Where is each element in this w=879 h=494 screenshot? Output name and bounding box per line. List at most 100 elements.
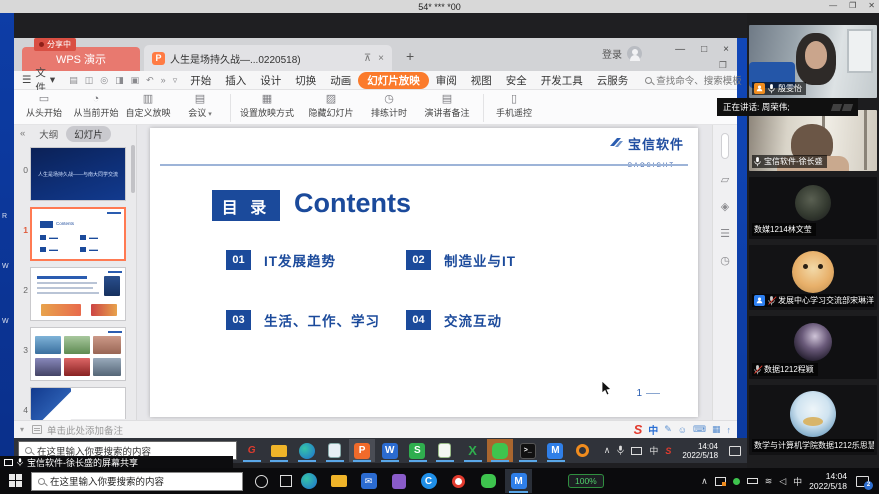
new-tab-button[interactable]: + xyxy=(406,48,414,64)
taskbar-app-notepad[interactable] xyxy=(322,439,348,462)
more-icon[interactable]: » xyxy=(161,75,166,86)
start-button[interactable] xyxy=(9,474,23,488)
tab-outline[interactable]: 大纲 xyxy=(39,127,58,141)
ime-emoji-icon[interactable]: ☺ xyxy=(678,425,687,435)
local-taskbar-search[interactable]: 在这里输入你要搜索的内容 xyxy=(31,472,243,491)
slide-thumbnail-3[interactable] xyxy=(30,327,126,381)
preview-icon[interactable]: ◎ xyxy=(100,75,108,86)
animation-tool-icon[interactable]: ◈ xyxy=(721,200,729,213)
save-icon[interactable]: ◫ xyxy=(85,75,94,86)
tray-display-icon[interactable] xyxy=(631,447,642,455)
current-slide[interactable]: 宝信软件 BAOSIGHT 目 录 Contents 01 IT发展趋势 02 … xyxy=(150,128,698,417)
command-search[interactable]: 查找命令、搜索模板 xyxy=(645,73,742,87)
local-taskbar-clock[interactable]: 14:042022/5/18 xyxy=(809,471,847,491)
history-tool-icon[interactable]: ◷ xyxy=(720,254,730,267)
local-app-meeting-active[interactable]: M xyxy=(505,469,532,493)
tray-language-indicator[interactable]: 中 xyxy=(649,444,658,457)
rehearse-timing-button[interactable]: ◷排练计时 xyxy=(363,93,415,119)
taskbar-app-orange-o[interactable] xyxy=(570,439,596,462)
taskbar-app-green-x[interactable]: X xyxy=(460,439,486,462)
taskbar-app-red-g[interactable]: G xyxy=(239,439,265,462)
participant-video-4[interactable]: 发展中心学习交流部宋琳洋 xyxy=(749,245,877,310)
tab-slideshow-active[interactable]: 幻灯片放映 xyxy=(358,72,429,89)
sogou-logo-icon[interactable]: S xyxy=(634,422,643,437)
participant-video-3[interactable]: 数媒1214林文莹 xyxy=(749,177,877,239)
wps-close-button[interactable]: × xyxy=(723,44,729,55)
tray-green-dot-icon[interactable] xyxy=(733,478,740,485)
login-area[interactable]: 登录 xyxy=(602,46,642,61)
collapse-panel-icon[interactable]: « xyxy=(20,128,25,139)
task-view-button[interactable] xyxy=(280,475,292,487)
meeting-maximize-button[interactable]: ❐ xyxy=(849,1,856,10)
taskbar-app-blue-m[interactable]: M xyxy=(543,439,569,462)
tab-view[interactable]: 视图 xyxy=(464,73,499,88)
tab-cloud[interactable]: 云服务 xyxy=(590,73,636,88)
meeting-button[interactable]: ▤会议 xyxy=(174,93,226,119)
taskbar-app-wps[interactable]: S xyxy=(405,439,431,462)
shared-taskbar-clock[interactable]: 14:042022/5/18 xyxy=(682,442,718,460)
notification-center-icon[interactable] xyxy=(729,446,741,456)
notes-placeholder[interactable]: 单击此处添加备注 xyxy=(47,423,123,437)
document-tab[interactable]: P 人生是场持久战—...0220518) ⊼ × xyxy=(144,45,392,71)
participant-video-2[interactable]: 宝信软件-徐长盛 xyxy=(749,110,877,171)
setup-show-button[interactable]: ▦设置放映方式 xyxy=(235,93,299,119)
phone-remote-button[interactable]: ▯手机遥控 xyxy=(488,93,540,119)
tray-display-icon[interactable] xyxy=(715,477,726,486)
local-app-music-red[interactable] xyxy=(445,469,472,493)
taskbar-app-terminal[interactable]: >_ xyxy=(515,439,541,462)
tray-wifi-icon[interactable]: ≋ xyxy=(765,476,773,487)
slide-thumbnail-1-selected[interactable]: Contents ▬▬ ▬▬ ▬▬ ▬▬ xyxy=(30,207,126,261)
tab-design[interactable]: 设计 xyxy=(253,73,288,88)
custom-show-button[interactable]: ▥自定义放映 xyxy=(122,93,174,119)
ime-pen-icon[interactable]: ✎ xyxy=(664,424,672,435)
ime-skin-icon[interactable]: ↑ xyxy=(727,425,732,435)
taskbar-app-edge[interactable] xyxy=(294,439,320,462)
local-app-store[interactable] xyxy=(385,469,412,493)
tab-home[interactable]: 开始 xyxy=(183,73,218,88)
pin-tab-icon[interactable]: ⊼ xyxy=(364,53,371,64)
taskbar-app-wechat-active[interactable] xyxy=(487,439,513,462)
hide-slide-button[interactable]: ▨隐藏幻灯片 xyxy=(299,93,363,119)
notes-collapse-icon[interactable]: ▾ xyxy=(20,425,24,434)
tray-volume-icon[interactable]: ◁ xyxy=(779,476,786,487)
local-app-mail[interactable]: ✉ xyxy=(355,469,382,493)
taskbar-app-powerpoint-active[interactable]: P xyxy=(349,439,375,462)
tab-review[interactable]: 审阅 xyxy=(429,73,464,88)
taskbar-app-explorer[interactable] xyxy=(266,439,292,462)
notification-center-icon[interactable]: 2 xyxy=(856,476,869,487)
ime-language-toggle[interactable]: 中 xyxy=(648,422,658,437)
speaker-notes-button[interactable]: ▤演讲者备注 xyxy=(415,93,479,119)
tray-mic-icon[interactable] xyxy=(617,445,624,456)
tab-security[interactable]: 安全 xyxy=(499,73,534,88)
meeting-minimize-button[interactable]: — xyxy=(829,1,837,10)
panel-scrollbar[interactable] xyxy=(131,145,135,193)
tab-transition[interactable]: 切换 xyxy=(288,73,323,88)
participant-video-1[interactable]: 殷雯怡 xyxy=(749,25,877,98)
ime-keyboard-icon[interactable]: ⌨ xyxy=(693,424,706,435)
wps-maximize-button[interactable]: □ xyxy=(701,44,707,55)
slide-scrollbar[interactable] xyxy=(721,133,729,159)
tray-language-indicator[interactable]: 中 xyxy=(793,475,802,488)
tray-expand-icon[interactable]: ∧ xyxy=(604,445,611,456)
collapse-icon[interactable]: ▿ xyxy=(173,75,178,86)
tray-battery-icon[interactable] xyxy=(747,478,758,484)
print-icon[interactable]: ◨ xyxy=(115,75,124,86)
slide-thumbnail-2[interactable] xyxy=(30,267,126,321)
tab-animation[interactable]: 动画 xyxy=(323,73,358,88)
output-icon[interactable]: ▣ xyxy=(131,75,140,86)
slide-thumbnail-0[interactable]: 人生是场持久战——与南大同学交流 xyxy=(30,147,126,201)
undo-icon[interactable]: ↶ xyxy=(146,75,154,86)
ime-toolbox-icon[interactable]: ▦ xyxy=(712,424,721,435)
tab-slides[interactable]: 幻灯片 xyxy=(66,126,111,142)
cortana-button[interactable] xyxy=(255,475,268,488)
tray-expand-icon[interactable]: ∧ xyxy=(701,476,708,487)
taskbar-app-word[interactable]: W xyxy=(377,439,403,462)
taskbar-app-docs[interactable] xyxy=(432,439,458,462)
play-from-start-button[interactable]: ▭从头开始 xyxy=(18,93,70,119)
local-app-explorer[interactable] xyxy=(325,469,352,493)
participant-video-6[interactable]: 数学与计算机学院数据1212乐思慧 xyxy=(749,385,877,455)
close-tab-icon[interactable]: × xyxy=(378,53,384,64)
properties-tool-icon[interactable]: ☰ xyxy=(720,227,730,240)
participant-video-5[interactable]: 数据1212程颖 xyxy=(749,316,877,379)
slide-thumbnail-4[interactable] xyxy=(30,387,126,419)
